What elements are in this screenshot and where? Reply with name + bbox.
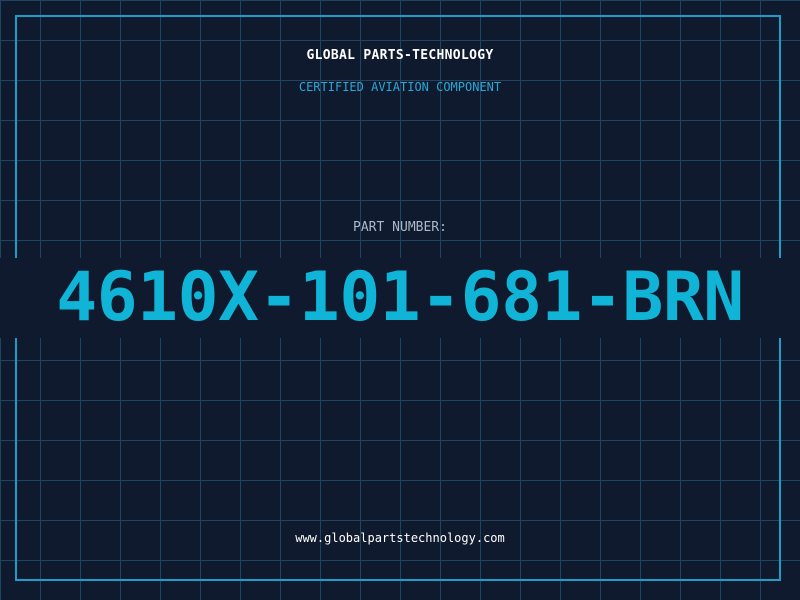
website-url[interactable]: www.globalpartstechnology.com <box>0 531 800 545</box>
part-number-value: 4610X-101-681-BRN <box>56 258 744 337</box>
company-name: GLOBAL PARTS-TECHNOLOGY <box>306 48 494 63</box>
certification-subtitle: CERTIFIED AVIATION COMPONENT <box>298 80 502 94</box>
part-number-label: PART NUMBER: <box>353 220 447 235</box>
part-label-card: GLOBAL PARTS-TECHNOLOGY CERTIFIED AVIATI… <box>0 0 800 600</box>
